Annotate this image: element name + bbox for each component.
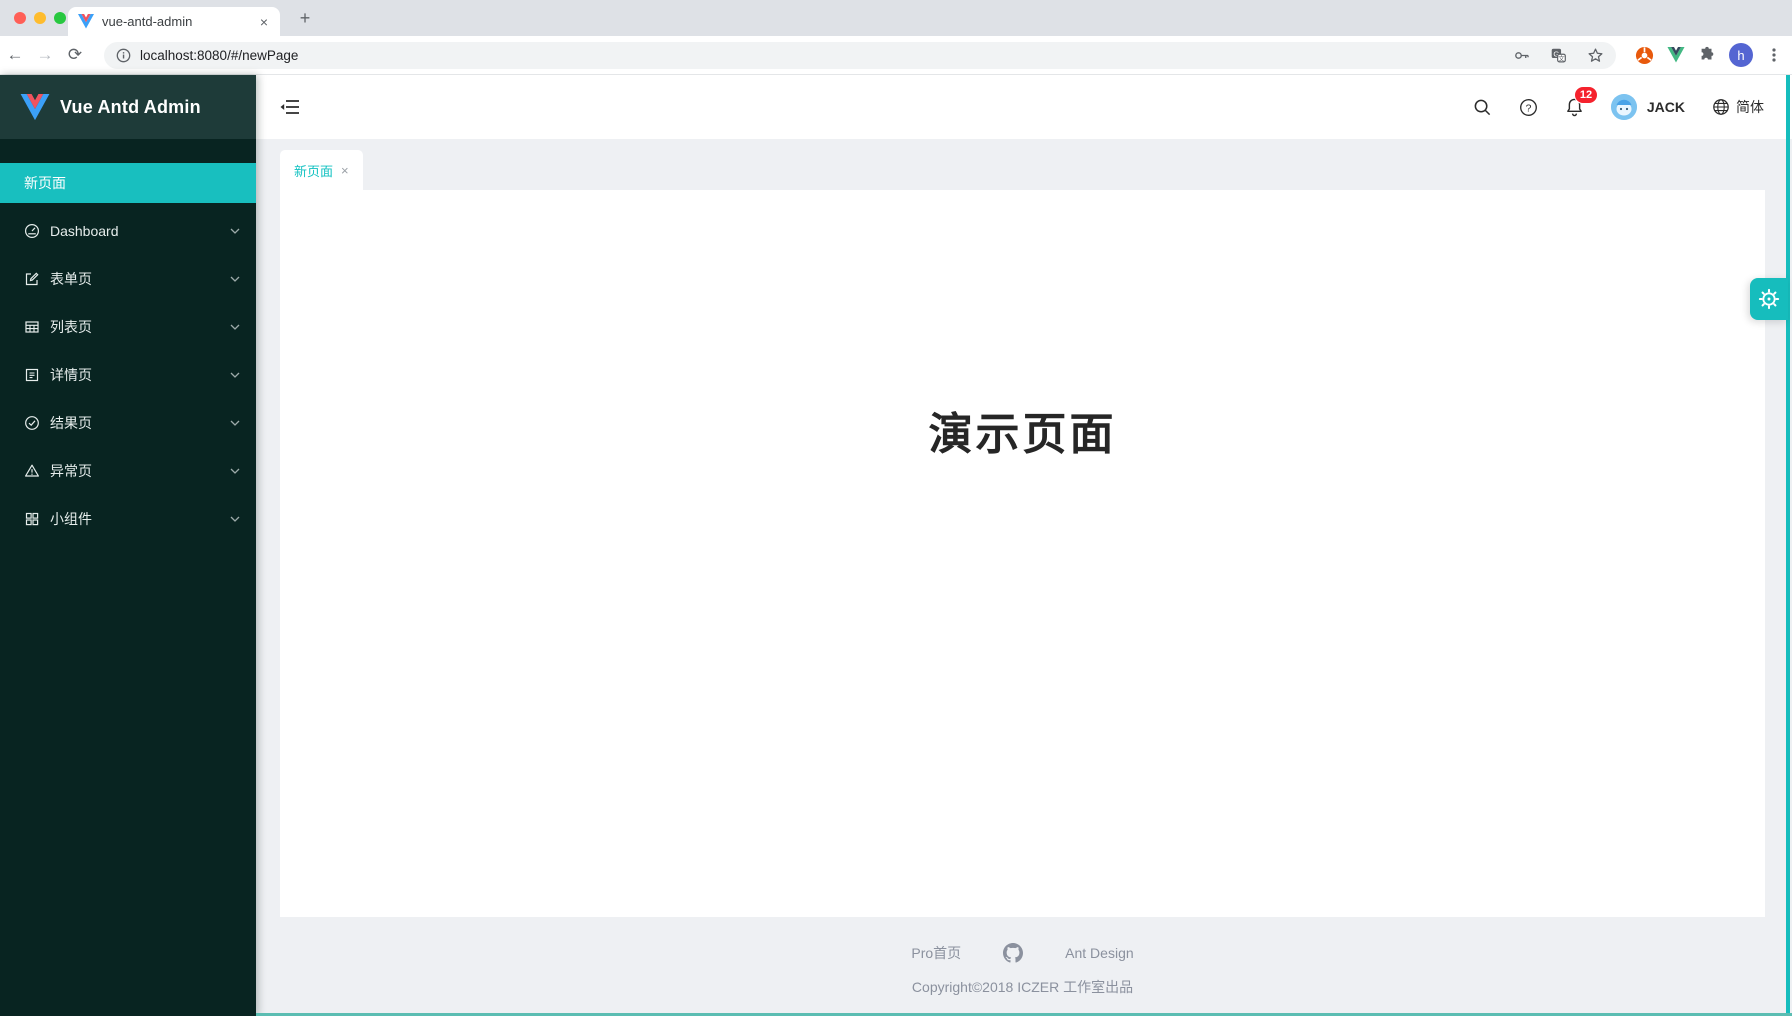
page-tab-label: 新页面 bbox=[294, 161, 333, 180]
sidebar-item-detail[interactable]: 详情页 bbox=[0, 355, 256, 395]
chevron-down-icon bbox=[230, 324, 240, 330]
window-minimize-button[interactable] bbox=[34, 12, 46, 24]
sidebar-item-new-page[interactable]: 新页面 bbox=[0, 163, 256, 203]
chevron-down-icon bbox=[230, 276, 240, 282]
header-actions: ? 12 JACK 简体 bbox=[1447, 94, 1764, 120]
main-area: ? 12 JACK 简体 bbox=[256, 75, 1792, 1016]
notification-bell-icon[interactable]: 12 bbox=[1565, 97, 1585, 117]
language-label: 简体 bbox=[1736, 97, 1764, 117]
extension-orange-icon[interactable] bbox=[1635, 46, 1654, 65]
chevron-down-icon bbox=[230, 372, 240, 378]
profile-icon bbox=[24, 367, 40, 383]
browser-tabstrip: vue-antd-admin × + bbox=[0, 0, 1792, 36]
github-icon[interactable] bbox=[1003, 943, 1023, 963]
user-avatar[interactable] bbox=[1611, 94, 1637, 120]
content-panel: 演示页面 bbox=[280, 190, 1765, 917]
site-info-icon[interactable] bbox=[116, 48, 131, 63]
help-icon[interactable]: ? bbox=[1519, 97, 1539, 117]
svg-text:文: 文 bbox=[1558, 53, 1565, 62]
browser-tab-title: vue-antd-admin bbox=[102, 14, 258, 29]
footer-link-pro[interactable]: Pro首页 bbox=[911, 943, 961, 963]
sidebar-menu: 新页面 Dashboard 表单页 bbox=[0, 139, 256, 539]
sidebar-item-label: 新页面 bbox=[24, 173, 240, 193]
table-icon bbox=[24, 319, 40, 335]
reload-icon[interactable]: ⟳ bbox=[60, 45, 90, 65]
chevron-down-icon bbox=[230, 468, 240, 474]
tab-close-icon[interactable]: × bbox=[258, 14, 270, 30]
sidebar: Vue Antd Admin 新页面 Dashboard bbox=[0, 75, 256, 1016]
page-tab-active[interactable]: 新页面 × bbox=[280, 150, 363, 190]
password-key-icon[interactable] bbox=[1513, 47, 1530, 64]
dashboard-icon bbox=[24, 223, 40, 239]
vue-devtools-icon[interactable] bbox=[1667, 47, 1685, 63]
vue-logo-icon bbox=[20, 94, 50, 121]
sidebar-item-label: 结果页 bbox=[50, 413, 230, 433]
page-title: 演示页面 bbox=[280, 398, 1765, 462]
language-switch[interactable]: 简体 bbox=[1711, 97, 1764, 117]
chevron-down-icon bbox=[230, 420, 240, 426]
sidebar-item-label: 列表页 bbox=[50, 317, 230, 337]
app-header: ? 12 JACK 简体 bbox=[256, 75, 1792, 139]
drawer-edge-line bbox=[1786, 75, 1790, 1016]
app-logo[interactable]: Vue Antd Admin bbox=[0, 75, 256, 139]
sidebar-item-label: 表单页 bbox=[50, 269, 230, 289]
notification-badge: 12 bbox=[1574, 86, 1598, 104]
sidebar-item-list[interactable]: 列表页 bbox=[0, 307, 256, 347]
forward-icon[interactable]: → bbox=[30, 45, 60, 65]
browser-window: vue-antd-admin × + ← → ⟳ localhost:8080/… bbox=[0, 0, 1792, 1016]
url-text[interactable]: localhost:8080/#/newPage bbox=[140, 48, 1513, 63]
sidebar-item-form[interactable]: 表单页 bbox=[0, 259, 256, 299]
app-root: Vue Antd Admin 新页面 Dashboard bbox=[0, 75, 1792, 1016]
bookmark-star-icon[interactable] bbox=[1587, 47, 1604, 64]
sidebar-item-widgets[interactable]: 小组件 bbox=[0, 499, 256, 539]
extensions-area: h bbox=[1635, 40, 1782, 70]
copyright-text: Copyright©2018 ICZER 工作室出品 bbox=[280, 977, 1765, 997]
user-name[interactable]: JACK bbox=[1647, 99, 1685, 115]
window-close-button[interactable] bbox=[14, 12, 26, 24]
back-icon[interactable]: ← bbox=[0, 45, 30, 65]
theme-settings-button[interactable] bbox=[1750, 278, 1788, 320]
globe-icon bbox=[1711, 97, 1731, 117]
sidebar-item-label: 异常页 bbox=[50, 461, 230, 481]
browser-toolbar: ← → ⟳ localhost:8080/#/newPage G文 bbox=[0, 36, 1792, 75]
gear-icon bbox=[1758, 288, 1780, 310]
sidebar-item-result[interactable]: 结果页 bbox=[0, 403, 256, 443]
address-bar[interactable]: localhost:8080/#/newPage G文 bbox=[104, 42, 1616, 69]
sidebar-item-label: Dashboard bbox=[50, 223, 230, 239]
search-icon[interactable] bbox=[1473, 97, 1493, 117]
warning-icon bbox=[24, 463, 40, 479]
new-tab-button[interactable]: + bbox=[294, 8, 316, 30]
sidebar-item-label: 详情页 bbox=[50, 365, 230, 385]
svg-text:?: ? bbox=[1526, 103, 1532, 114]
form-icon bbox=[24, 271, 40, 287]
window-zoom-button[interactable] bbox=[54, 12, 66, 24]
translate-icon[interactable]: G文 bbox=[1550, 47, 1567, 64]
favicon-vue-icon bbox=[78, 14, 94, 29]
footer-link-ant[interactable]: Ant Design bbox=[1065, 945, 1133, 961]
sidebar-item-label: 小组件 bbox=[50, 509, 230, 529]
block-icon bbox=[24, 511, 40, 527]
sidebar-item-exception[interactable]: 异常页 bbox=[0, 451, 256, 491]
check-circle-icon bbox=[24, 415, 40, 431]
sidebar-item-dashboard[interactable]: Dashboard bbox=[0, 211, 256, 251]
browser-profile-avatar[interactable]: h bbox=[1729, 43, 1753, 67]
browser-tab[interactable]: vue-antd-admin × bbox=[68, 7, 280, 36]
browser-menu-kebab-icon[interactable] bbox=[1766, 46, 1782, 64]
extensions-puzzle-icon[interactable] bbox=[1698, 46, 1716, 64]
app-title: Vue Antd Admin bbox=[60, 97, 201, 118]
chevron-down-icon bbox=[230, 228, 240, 234]
menu-fold-icon[interactable] bbox=[280, 98, 300, 116]
chevron-down-icon bbox=[230, 516, 240, 522]
page-tab-close-icon[interactable]: × bbox=[341, 163, 349, 178]
page-footer: Pro首页 Ant Design Copyright©2018 ICZER 工作… bbox=[280, 943, 1765, 997]
